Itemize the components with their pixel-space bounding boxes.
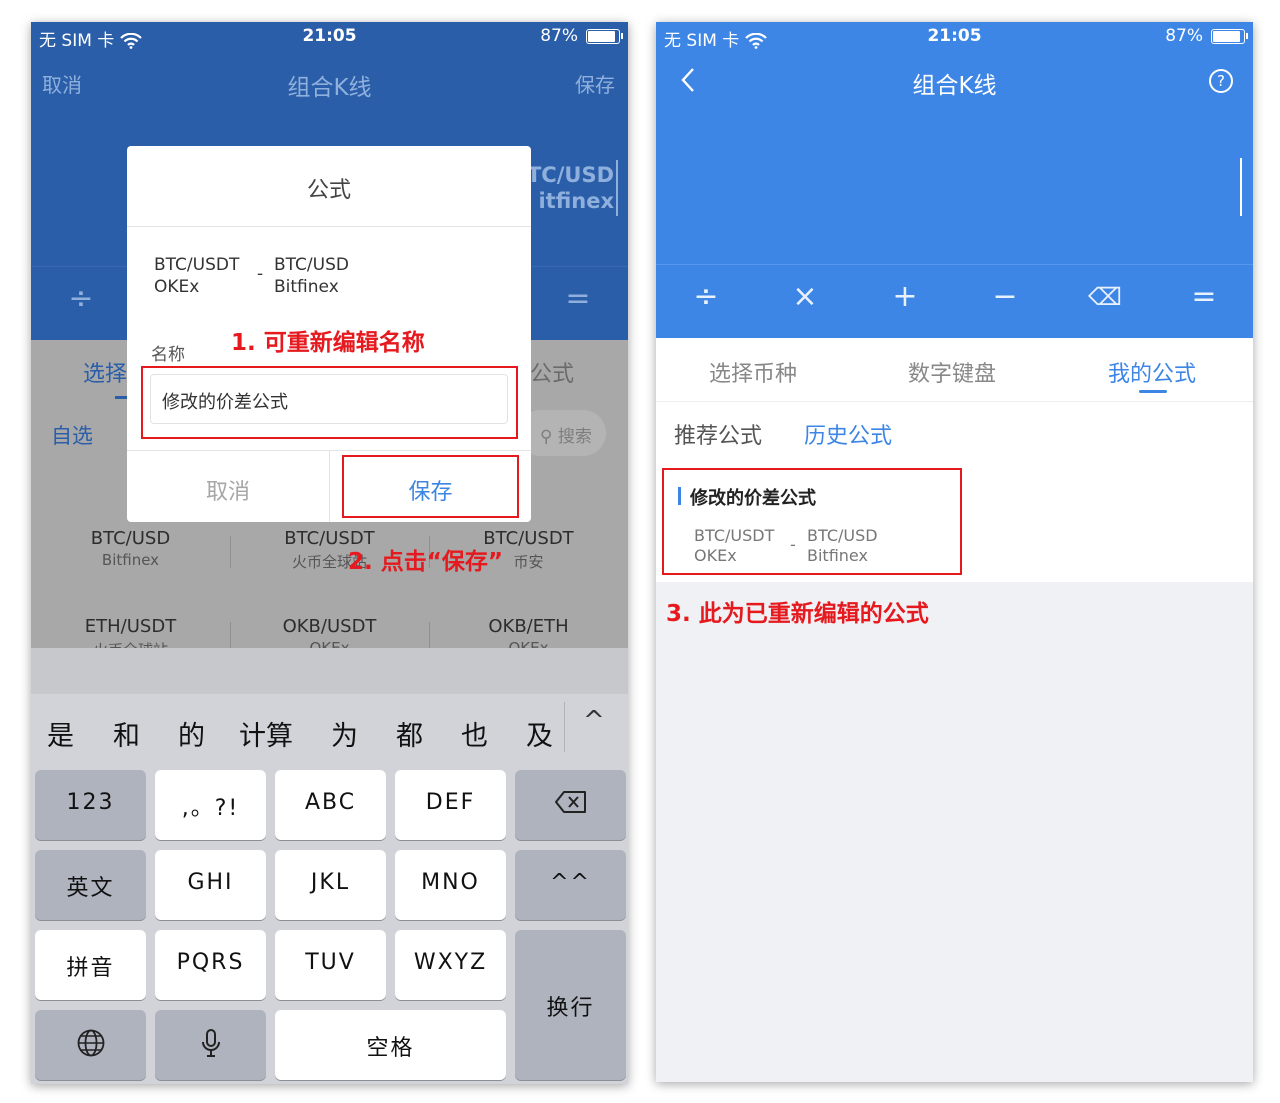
tab-select[interactable]: 选择 [83, 356, 127, 388]
preview-pair: TC/USD [526, 163, 614, 187]
operand-pair: BTC/USD [274, 255, 349, 275]
nav-title: 组合K线 [912, 73, 997, 99]
backspace-key[interactable] [515, 770, 626, 840]
subtab-recommended[interactable]: 推荐公式 [674, 418, 762, 450]
market-pair: OKB/ETH [488, 616, 569, 637]
key-def[interactable]: DEF [395, 770, 506, 840]
microphone-key[interactable] [155, 1010, 266, 1080]
help-icon[interactable]: ? [1209, 69, 1233, 93]
microphone-icon [201, 1029, 220, 1057]
operand-pair: BTC/USDT [154, 255, 240, 275]
name-label: 名称 [151, 345, 185, 365]
clock: 21:05 [927, 26, 982, 46]
minus-button[interactable]: − [985, 279, 1025, 314]
search-input[interactable]: ⚲ 搜索 [518, 410, 606, 456]
key-mno[interactable]: MNO [395, 850, 506, 920]
main-tabs: 选择币种 数字键盘 我的公式 [656, 338, 1253, 402]
market-pair: OKB/USDT [282, 616, 377, 637]
key-punctuation[interactable]: ,。?! [155, 770, 266, 840]
battery-percent: 87% [540, 26, 578, 46]
multiply-button[interactable]: × [785, 279, 825, 314]
keyboard: 是 和 的 计算 为 都 也 及 ^ 123 ,。?! ABC DEF 英文 G… [31, 694, 628, 1084]
key-enter[interactable]: 换行 [515, 930, 626, 1080]
plus-button[interactable]: + [885, 279, 925, 314]
equals-button[interactable]: = [558, 281, 598, 316]
key-emoticon[interactable]: ^^ [515, 850, 626, 920]
formula-preview: TC/USD itfinex [527, 162, 614, 214]
tab-formula[interactable]: 公式 [530, 356, 574, 388]
space-key[interactable]: 空格 [275, 1010, 506, 1080]
candidate-word[interactable]: 是 [47, 714, 74, 753]
candidate-word[interactable]: 计算 [239, 714, 293, 753]
watchlist-filter[interactable]: 自选 [51, 420, 93, 450]
search-placeholder: 搜索 [557, 427, 592, 447]
divide-button[interactable]: ÷ [686, 279, 726, 314]
candidate-word[interactable]: 的 [178, 714, 205, 753]
backspace-icon [554, 791, 586, 813]
operand-exchange: OKEx [154, 277, 200, 297]
formula-operator: - [257, 264, 264, 284]
annotation-step-3: 3. 此为已重新编辑的公式 [666, 601, 929, 627]
globe-icon [77, 1029, 104, 1057]
operator-row: ÷ × + − ⌫ = [656, 264, 1253, 338]
keyboard-gap [31, 648, 628, 694]
annotation-step-2: 2. 点击“保存” [348, 549, 503, 575]
key-ghi[interactable]: GHI [155, 850, 266, 920]
nav-title: 组合K线 [287, 75, 372, 101]
left-phone-screen: 无 SIM 卡 21:05 87% 取消 组合K线 保存 TC/USD itfi… [31, 22, 628, 1084]
key-pqrs[interactable]: PQRS [155, 930, 266, 1000]
tab-number-keypad[interactable]: 数字键盘 [908, 356, 996, 388]
key-wxyz[interactable]: WXYZ [395, 930, 506, 1000]
divide-button[interactable]: ÷ [61, 281, 101, 316]
formula-operand-b: BTC/USD Bitfinex [274, 254, 349, 298]
battery-percent: 87% [1165, 26, 1203, 46]
dialog-cancel-button[interactable]: 取消 [127, 450, 329, 522]
market-pair: ETH/USDT [84, 616, 177, 637]
highlight-box-formula [662, 468, 962, 575]
subtab-history[interactable]: 历史公式 [804, 418, 892, 450]
chevron-up-icon[interactable]: ^ [583, 706, 605, 736]
divider [127, 226, 531, 227]
highlight-box-name [141, 366, 518, 439]
market-cell[interactable]: BTC/USD Bitfinex [31, 528, 230, 569]
annotation-step-1: 1. 可重新编辑名称 [231, 330, 425, 356]
operand-exchange: Bitfinex [274, 277, 339, 297]
key-123[interactable]: 123 [35, 770, 146, 840]
text-cursor [1240, 158, 1242, 216]
key-pinyin[interactable]: 拼音 [35, 930, 146, 1000]
equals-button[interactable]: = [1184, 279, 1224, 314]
tab-underline [1139, 390, 1167, 393]
key-abc[interactable]: ABC [275, 770, 386, 840]
tab-my-formulas[interactable]: 我的公式 [1108, 356, 1196, 388]
candidate-word[interactable]: 及 [526, 714, 553, 753]
status-bar: 无 SIM 卡 21:05 87% [656, 22, 1253, 51]
preview-exchange: itfinex [538, 189, 614, 213]
battery-icon [1211, 29, 1248, 44]
divider [564, 702, 565, 752]
search-icon: ⚲ [540, 427, 553, 447]
dialog-title: 公式 [306, 178, 351, 203]
candidate-word[interactable]: 都 [396, 714, 423, 753]
market-pair: BTC/USD [90, 528, 171, 549]
divider [230, 536, 231, 568]
formula-operand-a: BTC/USDT OKEx [154, 254, 239, 298]
key-tuv[interactable]: TUV [275, 930, 386, 1000]
key-english[interactable]: 英文 [35, 850, 146, 920]
candidate-word[interactable]: 为 [331, 714, 358, 753]
highlight-box-save [342, 455, 519, 518]
battery-icon [586, 29, 623, 44]
nav-save-button[interactable]: 保存 [575, 69, 615, 98]
globe-key[interactable] [35, 1010, 146, 1080]
text-cursor [616, 160, 618, 216]
backspace-icon[interactable]: ⌫ [1085, 283, 1125, 311]
tab-select-coin[interactable]: 选择币种 [709, 356, 797, 388]
candidate-word[interactable]: 也 [461, 714, 488, 753]
market-exchange: Bitfinex [101, 551, 160, 569]
clock: 21:05 [302, 26, 357, 46]
key-jkl[interactable]: JKL [275, 850, 386, 920]
candidate-word[interactable]: 和 [113, 714, 140, 753]
right-header: 无 SIM 卡 21:05 87% 组合K线 ? ÷ × + − ⌫ = [656, 22, 1253, 338]
status-bar: 无 SIM 卡 21:05 87% [31, 22, 628, 51]
